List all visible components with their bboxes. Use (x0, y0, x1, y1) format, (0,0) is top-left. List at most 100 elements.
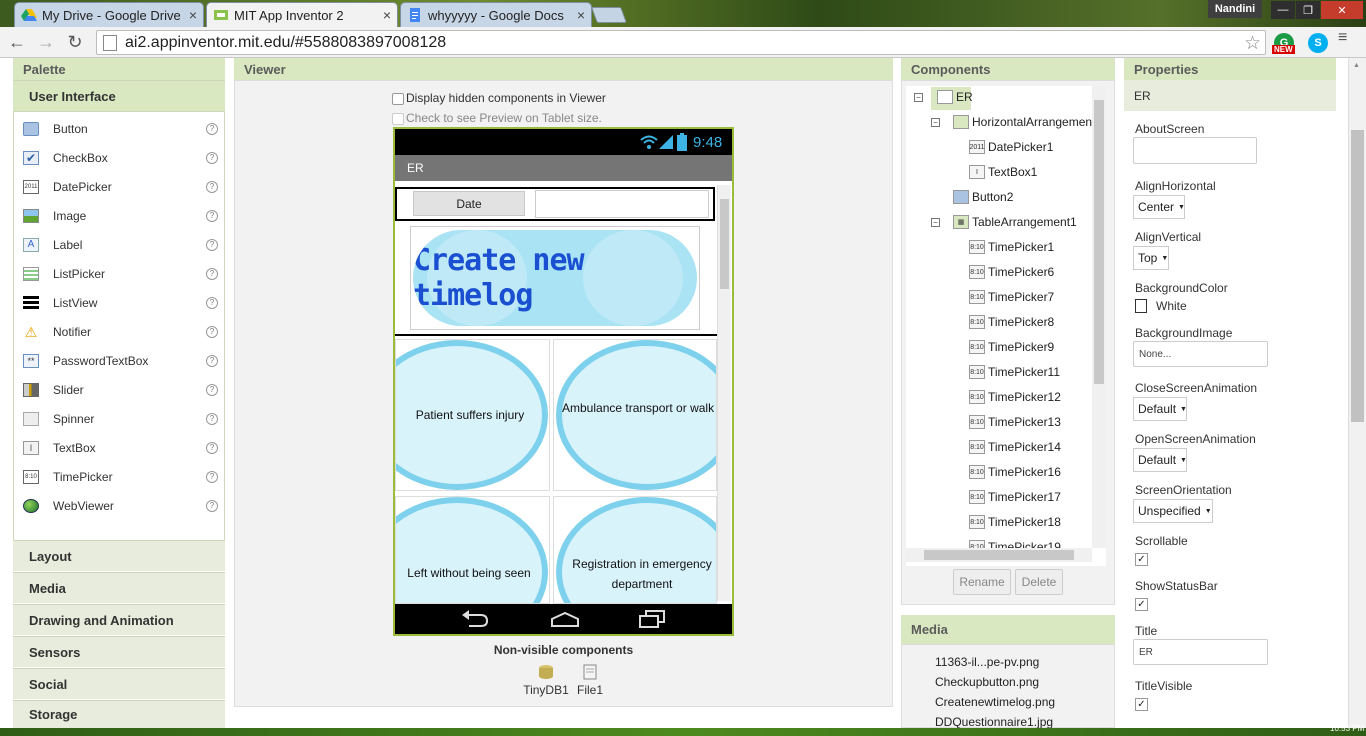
tree-node-timepicker9[interactable]: 8:10 TimePicker9 (969, 340, 1054, 354)
title-input[interactable]: ER (1133, 639, 1268, 665)
category-media[interactable]: Media (13, 572, 225, 603)
palette-item-image[interactable]: Image ? (14, 201, 224, 230)
tree-node-timepicker7[interactable]: 8:10 TimePicker7 (969, 290, 1054, 304)
palette-item-listpicker[interactable]: ListPicker ? (14, 259, 224, 288)
minimize-icon[interactable]: — (1271, 1, 1295, 19)
media-file[interactable]: Createnewtimelog.png (935, 695, 1055, 709)
close-tab-icon[interactable]: × (189, 7, 197, 23)
tree-node-tablearrangement1[interactable]: ▦ TableArrangement1 (953, 215, 1077, 229)
help-icon[interactable]: ? (206, 209, 218, 222)
tree-node-horizontalarrangement1[interactable]: HorizontalArrangement1 (953, 115, 1102, 129)
display-hidden-option[interactable]: Display hidden components in Viewer (392, 91, 606, 105)
palette-item-webviewer[interactable]: WebViewer ? (14, 491, 224, 520)
close-tab-icon[interactable]: × (577, 7, 585, 23)
help-icon[interactable]: ? (206, 267, 218, 280)
user-profile-badge[interactable]: Nandini (1208, 0, 1262, 18)
titlevisible-checkbox[interactable]: ✓ (1135, 698, 1148, 711)
bookmark-star-icon[interactable]: ☆ (1244, 32, 1261, 55)
skype-icon[interactable]: S (1308, 33, 1328, 53)
palette-item-textbox[interactable]: I TextBox ? (14, 433, 224, 462)
cell-registration[interactable]: Registration in emergency department (553, 496, 717, 604)
page-scrollbar[interactable]: ▲ (1348, 58, 1366, 728)
help-icon[interactable]: ? (206, 499, 218, 512)
tree-node-textbox1[interactable]: I TextBox1 (969, 165, 1037, 179)
palette-item-datepicker[interactable]: 2011 DatePicker ? (14, 172, 224, 201)
scrollable-checkbox[interactable]: ✓ (1135, 553, 1148, 566)
nonvisible-tinydb[interactable]: TinyDB1 (522, 664, 570, 697)
alignhorizontal-select[interactable]: Center ▼ (1133, 195, 1185, 219)
forward-arrow-icon[interactable]: → (35, 31, 57, 53)
alignvertical-select[interactable]: Top ▼ (1133, 246, 1169, 270)
media-file[interactable]: DDQuestionnaire1.jpg (935, 715, 1053, 729)
category-social[interactable]: Social (13, 668, 225, 699)
cell-left-without-seen[interactable]: Left without being seen (395, 496, 550, 604)
showstatusbar-checkbox[interactable]: ✓ (1135, 598, 1148, 611)
palette-item-label[interactable]: A Label ? (14, 230, 224, 259)
help-icon[interactable]: ? (206, 238, 218, 251)
recent-apps-icon[interactable] (638, 610, 666, 628)
palette-item-notifier[interactable]: ⚠ Notifier ? (14, 317, 224, 346)
help-icon[interactable]: ? (206, 470, 218, 483)
tree-node-timepicker11[interactable]: 8:10 TimePicker11 (969, 365, 1060, 379)
home-nav-icon[interactable] (550, 611, 580, 627)
openscreenanimation-select[interactable]: Default ▼ (1133, 448, 1187, 472)
palette-item-button[interactable]: Button ? (14, 114, 224, 143)
help-icon[interactable]: ? (206, 441, 218, 454)
menu-icon[interactable]: ≡ (1338, 30, 1354, 46)
tree-scroll-thumb[interactable] (1094, 100, 1104, 384)
rename-button[interactable]: Rename (953, 569, 1011, 595)
palette-item-listview[interactable]: ListView ? (14, 288, 224, 317)
collapse-toggle-icon[interactable]: − (931, 118, 940, 127)
palette-item-slider[interactable]: Slider ? (14, 375, 224, 404)
help-icon[interactable]: ? (206, 151, 218, 164)
media-file[interactable]: 11363-il...pe-pv.png (935, 655, 1039, 669)
tree-node-timepicker6[interactable]: 8:10 TimePicker6 (969, 265, 1054, 279)
category-drawing-animation[interactable]: Drawing and Animation (13, 604, 225, 635)
new-tab-button[interactable] (591, 7, 627, 23)
tree-node-timepicker1[interactable]: 8:10 TimePicker1 (969, 240, 1054, 254)
media-file[interactable]: Checkupbutton.png (935, 675, 1039, 689)
scroll-up-icon[interactable]: ▲ (1353, 62, 1360, 69)
restore-icon[interactable]: ❐ (1296, 1, 1320, 19)
category-sensors[interactable]: Sensors (13, 636, 225, 667)
phone-scroll-thumb[interactable] (720, 199, 729, 289)
collapse-toggle-icon[interactable]: − (931, 218, 940, 227)
tree-node-timepicker14[interactable]: 8:10 TimePicker14 (969, 440, 1061, 454)
phone-scrollbar[interactable] (717, 185, 731, 601)
tree-horizontal-scrollbar[interactable] (906, 548, 1092, 562)
tree-node-button2[interactable]: Button2 (953, 190, 1013, 204)
tree-node-timepicker18[interactable]: 8:10 TimePicker18 (969, 515, 1061, 529)
tab-google-docs[interactable]: whyyyyy - Google Docs × (400, 2, 592, 27)
tree-hscroll-thumb[interactable] (924, 550, 1074, 560)
screenorientation-select[interactable]: Unspecified ▼ (1133, 499, 1213, 523)
delete-button[interactable]: Delete (1015, 569, 1063, 595)
create-timelog-button[interactable]: Create new timelog (413, 230, 697, 326)
help-icon[interactable]: ? (206, 412, 218, 425)
address-bar[interactable]: ai2.appinventor.mit.edu/#558808389700812… (96, 30, 1266, 55)
color-swatch[interactable] (1135, 299, 1147, 313)
back-arrow-icon[interactable]: ← (6, 31, 28, 53)
close-window-icon[interactable]: ✕ (1321, 1, 1363, 19)
closescreenanimation-select[interactable]: Default ▼ (1133, 397, 1187, 421)
palette-item-spinner[interactable]: Spinner ? (14, 404, 224, 433)
close-tab-icon[interactable]: × (383, 7, 391, 23)
tree-node-timepicker8[interactable]: 8:10 TimePicker8 (969, 315, 1054, 329)
nonvisible-file[interactable]: File1 (574, 664, 606, 697)
category-storage[interactable]: Storage (13, 700, 225, 728)
tree-node-datepicker1[interactable]: 2011 DatePicker1 (969, 140, 1053, 154)
help-icon[interactable]: ? (206, 296, 218, 309)
back-nav-icon[interactable] (461, 610, 489, 628)
tab-app-inventor[interactable]: MIT App Inventor 2 × (206, 2, 398, 27)
help-icon[interactable]: ? (206, 325, 218, 338)
collapse-toggle-icon[interactable]: − (914, 93, 923, 102)
tree-node-timepicker13[interactable]: 8:10 TimePicker13 (969, 415, 1061, 429)
tablet-preview-option[interactable]: Check to see Preview on Tablet size. (392, 111, 602, 125)
reload-icon[interactable]: ↻ (64, 31, 86, 53)
tree-node-er[interactable]: ER (937, 90, 973, 104)
palette-item-checkbox[interactable]: ✔ CheckBox ? (14, 143, 224, 172)
help-icon[interactable]: ? (206, 122, 218, 135)
backgroundcolor-value[interactable]: White (1156, 299, 1187, 313)
tree-node-timepicker16[interactable]: 8:10 TimePicker16 (969, 465, 1061, 479)
display-hidden-checkbox[interactable] (392, 92, 404, 105)
category-user-interface[interactable]: User Interface (13, 80, 225, 111)
